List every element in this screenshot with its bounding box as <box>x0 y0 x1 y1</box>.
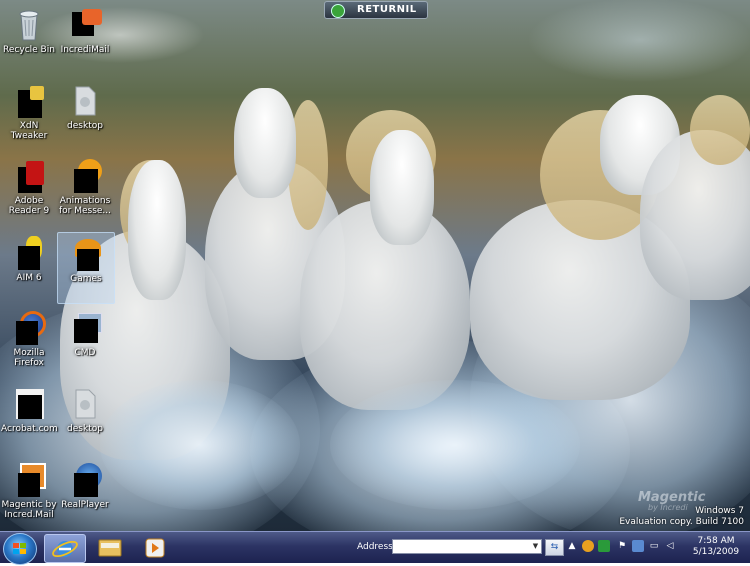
action-center-flag-icon[interactable]: ⚑ <box>616 540 628 552</box>
desktop-icon-label: Adobe Reader 9 <box>8 196 50 216</box>
desktop-icon-firefox[interactable]: Mozilla Firefox <box>1 307 57 377</box>
desktop-icon-incredimail[interactable]: IncrediMail <box>57 4 113 74</box>
network-icon[interactable]: ▭ <box>648 540 660 552</box>
desktop-icon-label: Magentic by Incred.Mail <box>1 500 57 520</box>
desktop-icon-desktop-file-2[interactable]: desktop <box>57 383 113 453</box>
media-player-icon <box>145 538 165 558</box>
taskbar-media-player[interactable] <box>135 534 175 561</box>
address-input[interactable] <box>392 539 542 554</box>
desktop-icon-label: Games <box>70 274 102 284</box>
desktop-icon-adobe-reader[interactable]: Adobe Reader 9 <box>1 155 57 225</box>
returnil-toolbar[interactable]: RETURNIL <box>324 1 428 19</box>
desktop-icon-label: RealPlayer <box>61 500 109 510</box>
desktop-icon-animations[interactable]: Animations for Messe... <box>57 155 113 225</box>
watermark-line-1: Windows 7 <box>695 506 744 516</box>
desktop-icon-label: Animations for Messe... <box>58 196 112 216</box>
address-label: Address <box>357 542 393 552</box>
desktop-icon-label: AIM 6 <box>16 273 42 283</box>
desktop-icon-acrobat-com[interactable]: Acrobat.com <box>1 383 58 453</box>
address-dropdown-arrow-icon[interactable]: ▼ <box>530 540 541 553</box>
desktop-icon-recycle-bin[interactable]: Recycle Bin <box>1 4 57 74</box>
incredimail-icon <box>68 8 102 42</box>
show-hidden-icons-chevron-icon[interactable]: ▲ <box>566 540 578 552</box>
desktop-icon-label: desktop <box>67 121 103 131</box>
recycle-bin-icon <box>12 8 46 42</box>
go-arrow-icon: ⇆ <box>550 542 559 552</box>
taskbar-windows-explorer[interactable] <box>90 534 130 561</box>
cmd-icon <box>68 311 102 345</box>
xdn-tweaker-icon <box>12 84 46 118</box>
desktop-icon-games[interactable]: Games <box>57 232 115 304</box>
firefox-icon <box>12 311 46 345</box>
desktop-icon-label: Recycle Bin <box>3 45 55 55</box>
tray-utility-icon[interactable] <box>632 540 644 552</box>
desktop-icon-label: CMD <box>74 348 96 358</box>
taskbar: Address ▼ ⇆ ▲ ⚑ ▭ ◁ 7:58 AM 5/13/2009 <box>0 531 750 565</box>
desktop-icon-xdn-tweaker[interactable]: XdN Tweaker <box>1 80 57 150</box>
desktop-icon-magentic[interactable]: Magentic by Incred.Mail <box>1 459 57 529</box>
desktop-icon-aim[interactable]: AIM 6 <box>1 232 57 302</box>
file-icon <box>68 387 102 421</box>
file-icon <box>68 84 102 118</box>
returnil-shield-tray-icon[interactable] <box>598 540 610 552</box>
windows-explorer-icon <box>98 539 122 557</box>
clock[interactable]: 7:58 AM 5/13/2009 <box>686 536 746 558</box>
windows-evaluation-watermark: Windows 7 Evaluation copy. Build 7100 <box>619 506 744 528</box>
tray-app-icon[interactable] <box>582 540 594 552</box>
windows-logo-icon <box>13 543 26 555</box>
clock-time: 7:58 AM <box>697 536 735 546</box>
games-icon <box>69 237 103 271</box>
acrobat-icon <box>12 387 46 421</box>
internet-explorer-icon <box>52 540 78 558</box>
clock-date: 5/13/2009 <box>692 547 740 557</box>
animations-icon <box>68 159 102 193</box>
volume-icon[interactable]: ◁ <box>664 540 676 552</box>
returnil-label: RETURNIL <box>357 4 417 15</box>
aim-icon <box>12 236 46 270</box>
returnil-logo-icon <box>331 4 345 18</box>
desktop-icon-label: Acrobat.com <box>1 424 58 434</box>
desktop-icon-label: IncrediMail <box>60 45 110 55</box>
desktop-icon-label: Mozilla Firefox <box>13 348 45 368</box>
address-go-button[interactable]: ⇆ <box>545 539 564 556</box>
adobe-reader-icon <box>12 159 46 193</box>
desktop-icon-cmd[interactable]: CMD <box>57 307 113 377</box>
desktop-icon-realplayer[interactable]: RealPlayer <box>57 459 113 529</box>
watermark-line-2: Evaluation copy. Build 7100 <box>619 517 744 527</box>
desktop-icon-label: desktop <box>67 424 103 434</box>
desktop-icon-desktop-file[interactable]: desktop <box>57 80 113 150</box>
desktop-icon-label: XdN Tweaker <box>10 121 48 141</box>
realplayer-icon <box>68 463 102 497</box>
start-button[interactable] <box>3 533 37 565</box>
magentic-icon <box>12 463 46 497</box>
taskbar-internet-explorer[interactable] <box>44 534 86 563</box>
